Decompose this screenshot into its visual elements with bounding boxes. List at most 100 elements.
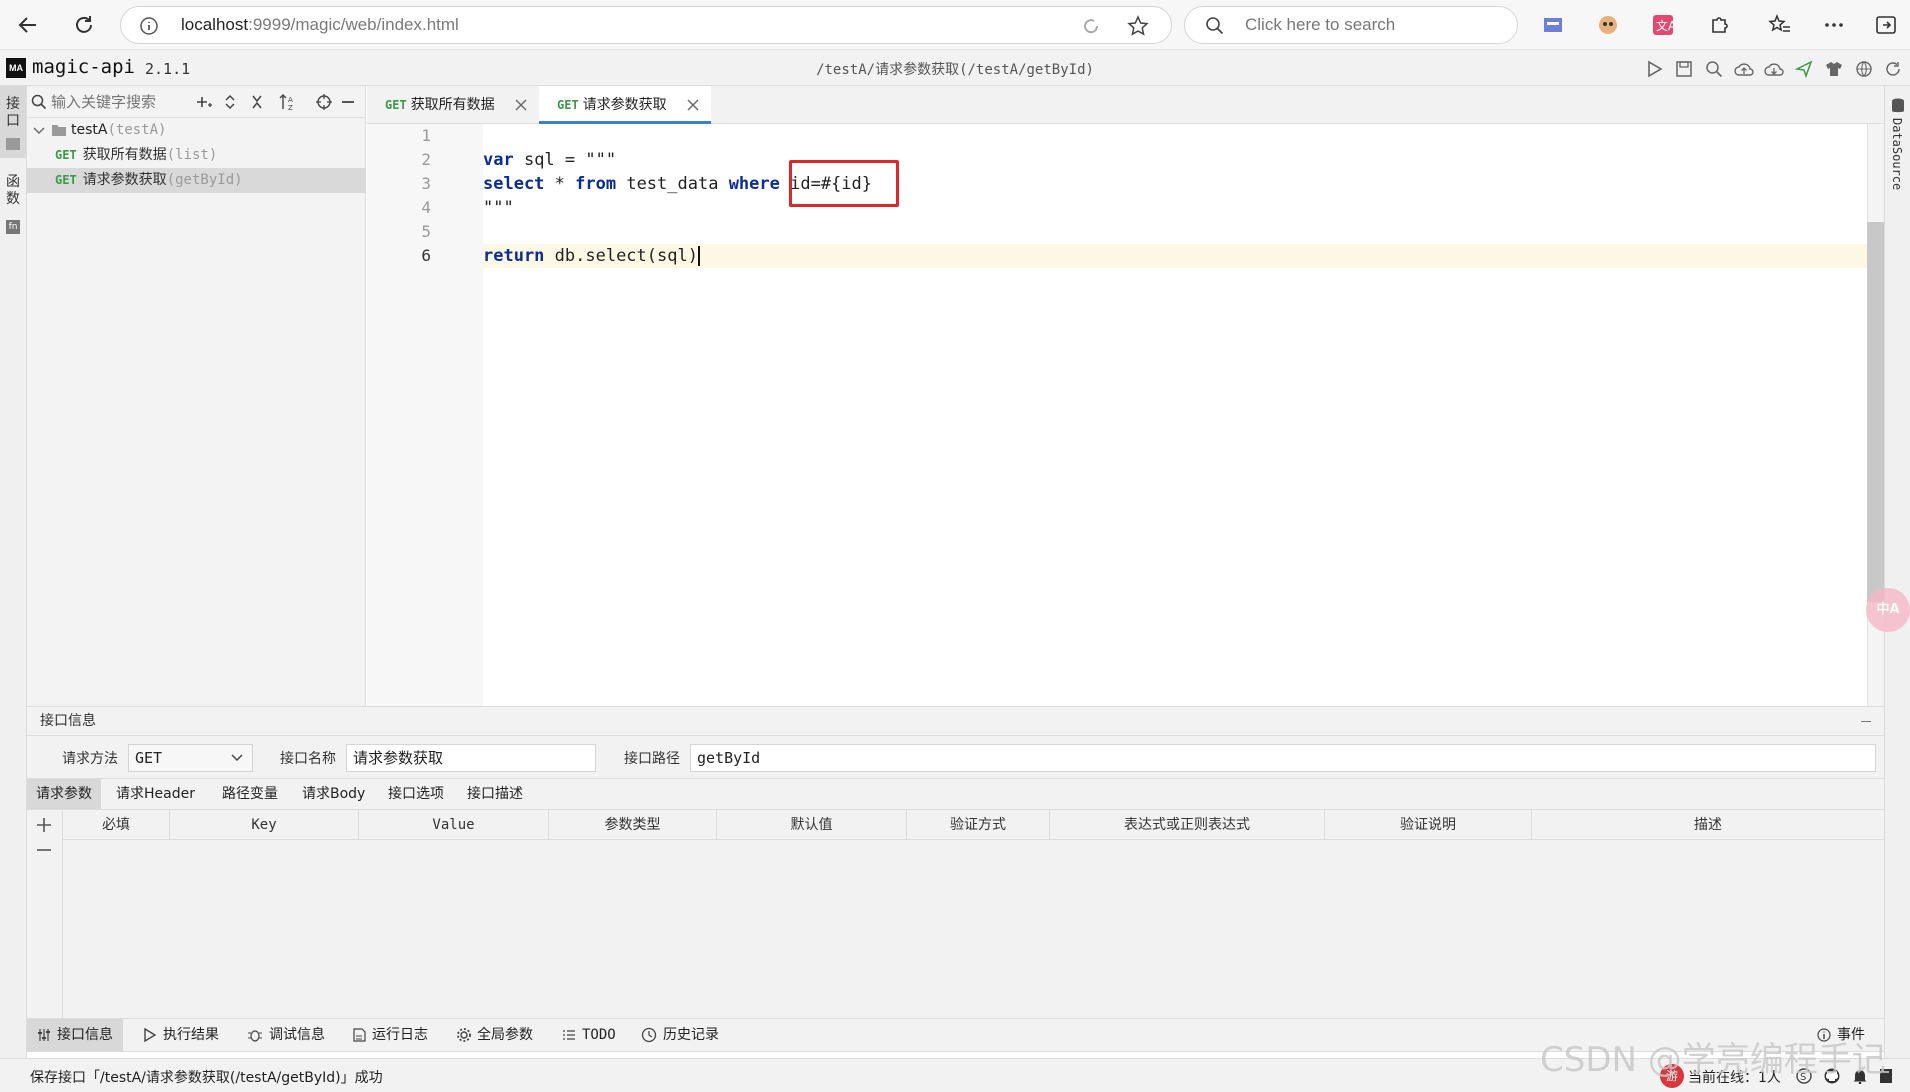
expand-collapse-icon[interactable] xyxy=(223,94,237,110)
column-header: 参数类型 xyxy=(549,810,717,840)
right-tool-strip xyxy=(1884,86,1910,1088)
bug-icon xyxy=(248,1030,262,1042)
api-icon xyxy=(6,138,20,150)
add-api-icon[interactable] xyxy=(195,94,213,110)
line-number: 5 xyxy=(421,222,431,241)
tree-group-testA[interactable]: testA(testA) xyxy=(27,118,366,143)
browser-search-box[interactable]: Click here to search xyxy=(1184,6,1518,44)
avatar-extension-icon[interactable] xyxy=(1597,14,1619,36)
save-icon[interactable] xyxy=(1673,58,1695,80)
locate-icon[interactable] xyxy=(315,93,333,111)
column-header: 默认值 xyxy=(717,810,907,840)
column-header: 验证方式 xyxy=(907,810,1050,840)
edge-refresh-icon[interactable] xyxy=(1081,16,1101,36)
api-path-input[interactable]: getById xyxy=(690,744,1876,772)
tab-request-body[interactable]: 请求Body xyxy=(293,779,374,809)
upload-cloud-icon[interactable] xyxy=(1733,58,1755,80)
status-message: 保存接口「/testA/请求参数获取(/testA/getById)」成功 xyxy=(30,1070,383,1086)
favorites-icon[interactable] xyxy=(1768,13,1792,37)
column-header: 必填 xyxy=(63,810,170,840)
method-select[interactable]: GET xyxy=(128,744,253,772)
bottom-tab-history[interactable]: 历史记录 xyxy=(631,1019,729,1051)
column-header: Value xyxy=(359,810,549,840)
tab-api-description[interactable]: 接口描述 xyxy=(458,779,532,809)
sidebar-toggle-icon[interactable] xyxy=(1874,13,1898,37)
bottom-tab-global-params[interactable]: 全局参数 xyxy=(447,1019,543,1051)
address-bar[interactable]: localhost:9999/magic/web/index.html xyxy=(120,6,1172,44)
favorite-star-icon[interactable] xyxy=(1127,15,1149,37)
item-path: (list) xyxy=(166,147,218,163)
method-value: GET xyxy=(135,749,163,767)
close-icon[interactable] xyxy=(515,99,527,111)
sort-icon[interactable]: AZ xyxy=(278,93,296,111)
tab-path-variables[interactable]: 路径变量 xyxy=(213,779,287,809)
extension-icon[interactable] xyxy=(1542,14,1564,36)
app-name: magic-api xyxy=(32,56,135,78)
bottom-tab-log[interactable]: 运行日志 xyxy=(342,1019,438,1051)
close-icon[interactable] xyxy=(687,99,699,111)
name-label: 接口名称 xyxy=(280,751,336,767)
line-number: 6 xyxy=(421,246,431,265)
reload-icon[interactable] xyxy=(66,7,102,43)
bottom-tab-result[interactable]: 执行结果 xyxy=(133,1019,229,1051)
add-row-icon[interactable] xyxy=(36,817,52,833)
line-number-gutter: 1 2 3 4 5 6 xyxy=(367,124,483,706)
run-icon[interactable] xyxy=(1643,58,1665,80)
database-icon xyxy=(1891,98,1905,114)
editor-tab-list[interactable]: GET 获取所有数据 xyxy=(367,86,539,124)
bottom-tab-label: 调试信息 xyxy=(269,1027,325,1043)
tree-search-input[interactable] xyxy=(51,91,201,113)
line-number: 4 xyxy=(421,198,431,217)
back-arrow-icon[interactable] xyxy=(10,7,46,43)
bottom-tab-debug[interactable]: 调试信息 xyxy=(237,1019,335,1051)
skin-theme-icon[interactable] xyxy=(1823,58,1845,80)
item-name: 获取所有数据 xyxy=(82,147,167,163)
info-icon[interactable] xyxy=(139,16,159,36)
push-send-icon[interactable] xyxy=(1793,58,1815,80)
scrollbar-thumb[interactable] xyxy=(1867,222,1884,602)
minimize-panel-icon[interactable] xyxy=(1861,721,1871,722)
tab-request-params[interactable]: 请求参数 xyxy=(27,779,101,809)
more-menu-icon[interactable] xyxy=(1822,13,1846,37)
api-name-input[interactable]: 请求参数获取 xyxy=(346,744,596,772)
param-table: 必填 Key Value 参数类型 默认值 验证方式 表达式或正则表达式 验证说… xyxy=(27,810,1884,1018)
code-token: select xyxy=(483,174,545,194)
bottom-tab-label: TODO xyxy=(582,1027,616,1043)
remove-row-icon[interactable] xyxy=(36,848,52,852)
translate-bubble[interactable]: 中A xyxy=(1866,588,1910,632)
tree-item-list[interactable]: GET 获取所有数据(list) xyxy=(27,143,366,168)
url-path: :9999/magic/web/index.html xyxy=(248,15,459,34)
code-editor[interactable]: var sql = """ select * from test_data wh… xyxy=(483,124,1867,706)
editor-tab-getById[interactable]: GET 请求参数获取 xyxy=(539,86,711,124)
line-number: 1 xyxy=(421,126,431,145)
sliders-icon xyxy=(38,1029,50,1041)
globe-icon[interactable] xyxy=(1853,58,1875,80)
tab-datasource[interactable]: DataSource xyxy=(1886,118,1908,208)
method-tag: GET xyxy=(55,173,77,187)
line-number: 2 xyxy=(421,150,431,169)
bottom-tab-todo[interactable]: TODO xyxy=(552,1019,626,1051)
bottom-tab-api-info[interactable]: 接口信息 xyxy=(27,1019,123,1051)
datasource-label: DataSource xyxy=(1890,118,1904,191)
code-line-4: """ xyxy=(483,198,514,218)
url-text: localhost:9999/magic/web/index.html xyxy=(181,15,459,35)
tree-item-getById[interactable]: GET 请求参数获取(getById) xyxy=(27,168,366,193)
extensions-puzzle-icon[interactable] xyxy=(1708,13,1732,37)
code-line-6: return db.select(sql) xyxy=(483,244,700,268)
item-path: (getById) xyxy=(166,172,243,188)
tab-request-header[interactable]: 请求Header xyxy=(107,779,204,809)
chevron-down-icon[interactable] xyxy=(33,126,45,136)
url-host: localhost xyxy=(181,15,249,34)
download-cloud-icon[interactable] xyxy=(1763,58,1785,80)
tab-api-options[interactable]: 接口选项 xyxy=(379,779,453,809)
search-icon[interactable] xyxy=(1703,58,1725,80)
translate-extension-icon[interactable]: 文A xyxy=(1652,14,1674,36)
bottom-tab-label: 接口信息 xyxy=(57,1027,113,1043)
info-sub-tabs: 请求参数 请求Header 路径变量 请求Body 接口选项 接口描述 xyxy=(27,778,1884,810)
collapse-all-icon[interactable] xyxy=(250,94,264,110)
column-header: 表达式或正则表达式 xyxy=(1050,810,1325,840)
refresh-icon[interactable] xyxy=(1882,58,1904,80)
tab-label: 请求参数获取 xyxy=(582,97,667,113)
minimize-panel-icon[interactable] xyxy=(342,101,354,103)
svg-text:Z: Z xyxy=(288,104,293,111)
